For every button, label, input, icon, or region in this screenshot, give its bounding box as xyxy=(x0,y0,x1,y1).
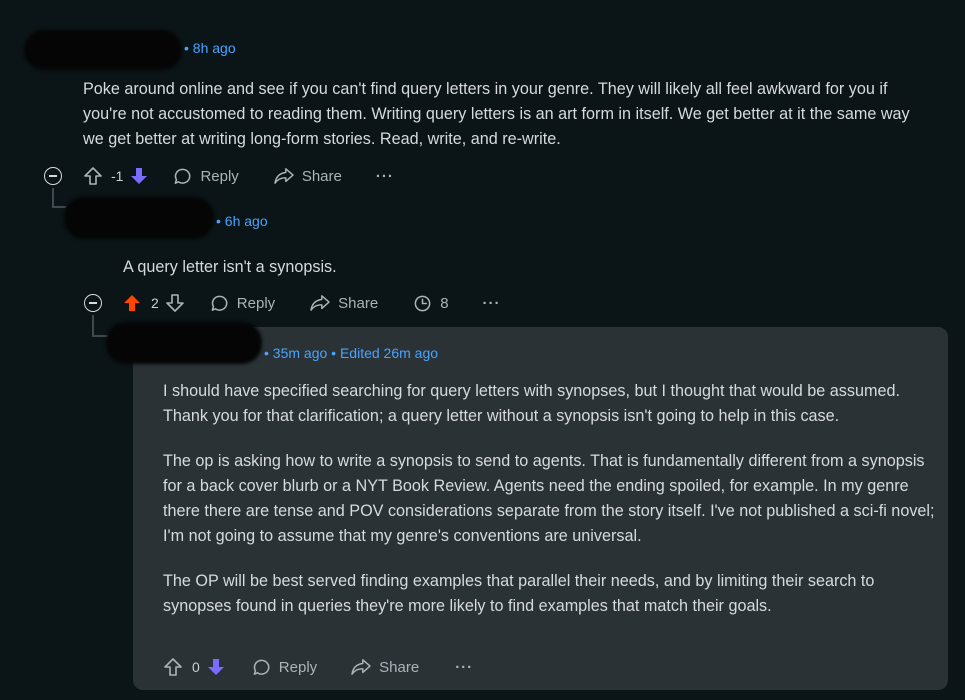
share-label: Share xyxy=(301,167,342,185)
vote-score: -1 xyxy=(111,168,124,184)
upvote-icon-active[interactable] xyxy=(122,293,142,313)
thread-line xyxy=(52,188,54,208)
share-arrow-icon xyxy=(310,294,330,312)
upvote-icon[interactable] xyxy=(83,166,103,186)
speech-bubble-icon xyxy=(210,294,229,313)
comment-timestamp: • 35m ago • Edited 26m ago xyxy=(264,345,439,361)
share-button[interactable]: Share xyxy=(274,167,342,185)
downvote-icon[interactable] xyxy=(165,293,185,313)
thread-line xyxy=(92,315,94,337)
share-button[interactable]: Share xyxy=(310,294,378,312)
comment-timestamp: • 8h ago xyxy=(184,40,236,56)
comment-paragraph: Poke around online and see if you can't … xyxy=(83,80,910,148)
comment-body: I should have specified searching for qu… xyxy=(163,379,941,639)
speech-bubble-icon xyxy=(252,658,271,677)
speech-bubble-icon xyxy=(173,167,192,186)
downvote-icon-active[interactable] xyxy=(129,166,149,186)
share-arrow-icon xyxy=(274,167,294,185)
collapse-thread-button[interactable] xyxy=(44,167,62,185)
reply-button[interactable]: Reply xyxy=(210,294,275,313)
vote-score: 2 xyxy=(151,295,159,311)
share-label: Share xyxy=(379,658,420,676)
redacted-avatar-username xyxy=(106,322,262,364)
thread-line xyxy=(52,206,66,208)
comment-body: Poke around online and see if you can't … xyxy=(83,77,933,172)
comment-paragraph: I should have specified searching for qu… xyxy=(163,382,900,425)
reply-button[interactable]: Reply xyxy=(173,167,239,186)
reply-label: Reply xyxy=(278,658,318,676)
share-label: Share xyxy=(338,294,379,312)
comment-timestamp: • 6h ago xyxy=(216,213,268,229)
share-button[interactable]: Share xyxy=(351,658,419,676)
redacted-avatar-username xyxy=(24,30,182,70)
reply-label: Reply xyxy=(200,167,239,185)
comment-action-bar: 0 Reply Share ··· xyxy=(163,653,473,681)
vote-score: 0 xyxy=(192,659,200,675)
collapse-thread-button[interactable] xyxy=(84,294,102,312)
reply-button[interactable]: Reply xyxy=(252,658,317,677)
comment-paragraph: The op is asking how to write a synopsis… xyxy=(163,452,935,545)
upvote-icon[interactable] xyxy=(163,657,183,677)
share-arrow-icon xyxy=(351,658,371,676)
comment-paragraph: The OP will be best served finding examp… xyxy=(163,572,875,615)
comment-action-bar: 2 Reply Share 8 ··· xyxy=(122,289,501,317)
redacted-avatar-username xyxy=(64,197,214,239)
award-clock-icon xyxy=(413,294,432,313)
more-options-icon[interactable]: ··· xyxy=(376,168,394,185)
comment-paragraph: A query letter isn't a synopsis. xyxy=(123,258,337,276)
award-count: 8 xyxy=(440,294,449,312)
award-button[interactable]: 8 xyxy=(413,294,449,313)
more-options-icon[interactable]: ··· xyxy=(483,295,501,312)
reply-label: Reply xyxy=(236,294,276,312)
downvote-icon-active[interactable] xyxy=(206,657,226,677)
more-options-icon[interactable]: ··· xyxy=(455,659,473,676)
comment-action-bar: -1 Reply Share ··· xyxy=(83,162,394,190)
